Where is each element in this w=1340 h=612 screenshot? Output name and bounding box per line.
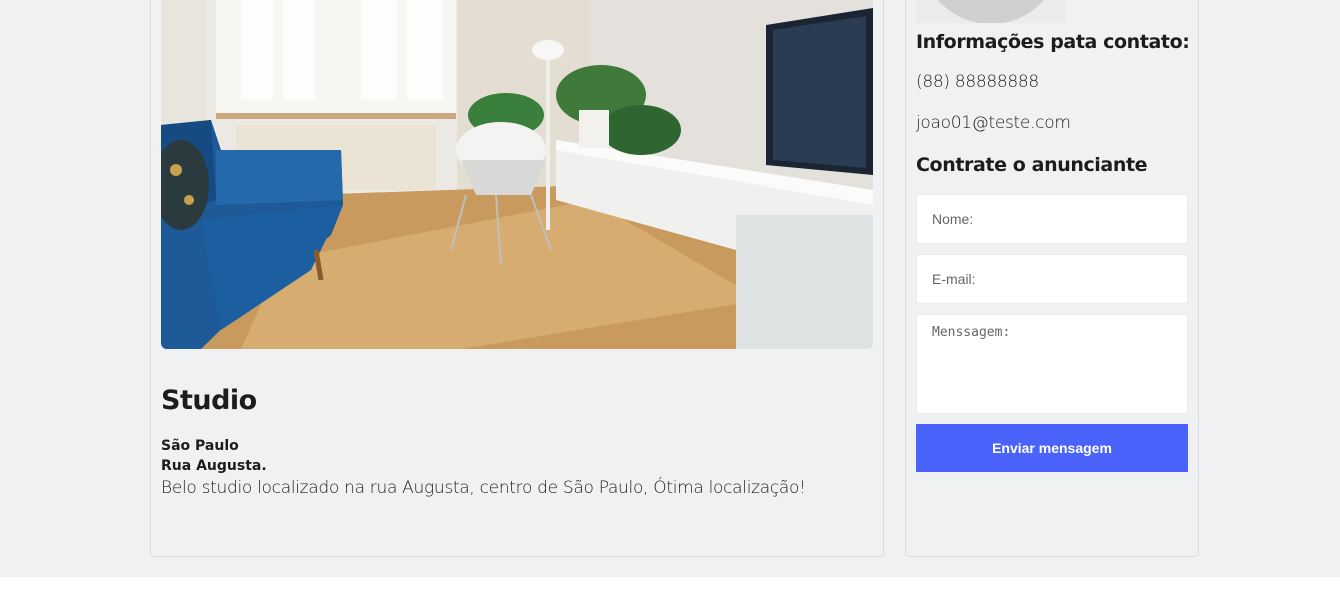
- phone-number: (88) 88888888: [916, 72, 1039, 92]
- hire-heading: Contrate o anunciante: [916, 154, 1148, 176]
- avatar: [916, 0, 1066, 23]
- listing-description: Belo studio localizado na rua Augusta, c…: [161, 478, 806, 498]
- contact-email: joao01@teste.com: [916, 113, 1071, 133]
- send-message-button[interactable]: Enviar mensagem: [916, 424, 1188, 472]
- listing-street: Rua Augusta.: [161, 458, 267, 474]
- avatar-placeholder-icon: [920, 0, 1062, 23]
- listing-title: Studio: [161, 385, 257, 416]
- email-field[interactable]: [916, 254, 1188, 304]
- contact-heading: Informações pata contato:: [916, 31, 1190, 53]
- listing-photo: [161, 0, 873, 349]
- listing-city: São Paulo: [161, 438, 239, 454]
- message-field[interactable]: [916, 314, 1188, 414]
- name-field[interactable]: [916, 194, 1188, 244]
